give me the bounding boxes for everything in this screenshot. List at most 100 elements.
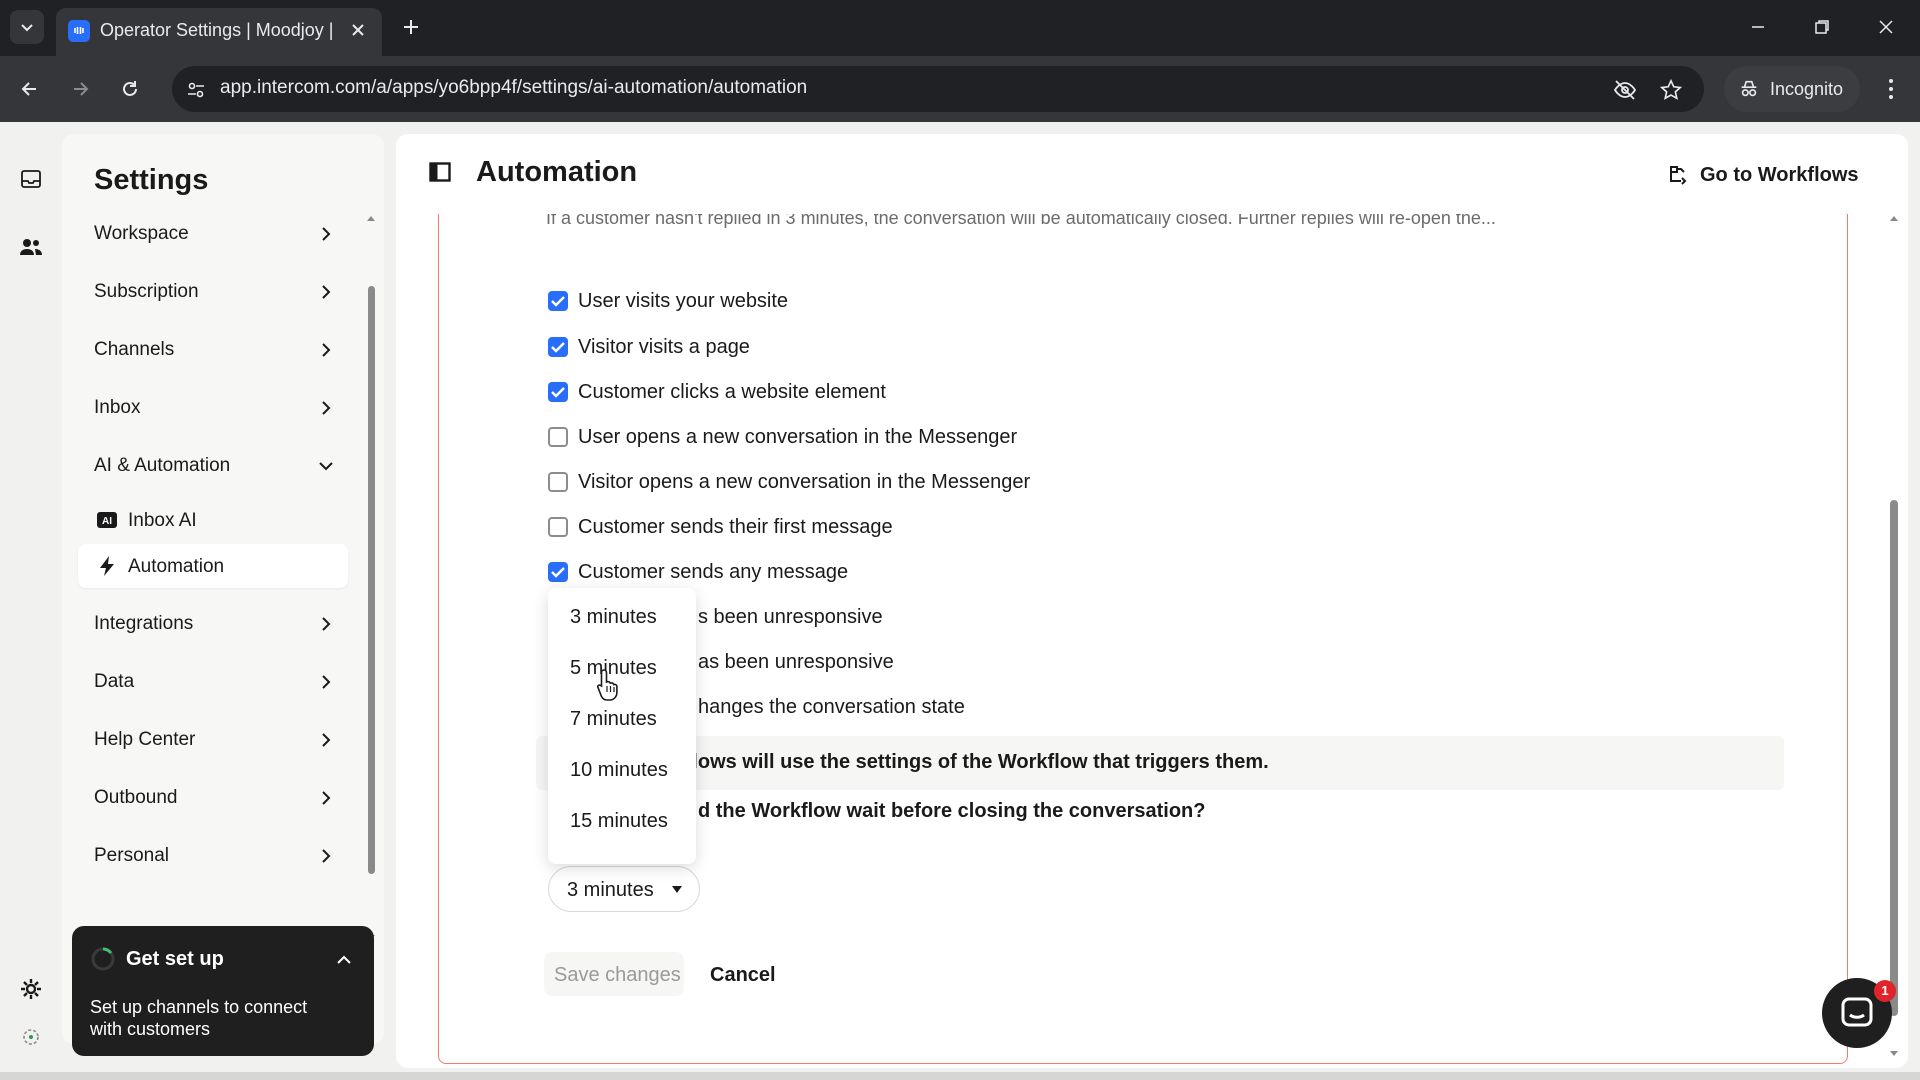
nav-item-personal[interactable]: Personal [78, 832, 348, 880]
tab-search-button[interactable] [10, 10, 44, 44]
checkbox[interactable] [548, 337, 568, 357]
nav-item-data[interactable]: Data [78, 658, 348, 706]
checkbox[interactable] [548, 517, 568, 537]
dropdown-option-label: 10 minutes [570, 759, 668, 781]
site-info-icon[interactable] [182, 76, 210, 104]
scroll-down-icon[interactable] [1889, 1050, 1899, 1058]
nav-item-label: Data [94, 671, 135, 692]
trigger-label: s been unresponsive [698, 605, 883, 628]
messenger-launcher[interactable]: 1 [1822, 978, 1896, 1048]
trigger-option[interactable]: User opens a new conversation in the Mes… [548, 422, 1017, 452]
trigger-option[interactable]: Visitor opens a new conversation in the … [548, 467, 1030, 497]
notification-badge: 1 [1874, 980, 1896, 1002]
close-window-icon[interactable] [1868, 10, 1904, 44]
cancel-button[interactable]: Cancel [692, 952, 788, 996]
dropdown-option[interactable]: 3 minutes [548, 594, 696, 642]
dropdown-option[interactable]: 7 minutes [548, 696, 696, 744]
checkbox[interactable] [548, 382, 568, 402]
contacts-icon[interactable] [16, 232, 46, 262]
nav-item-integrations[interactable]: Integrations [78, 600, 348, 648]
chevron-right-icon [316, 846, 336, 866]
sidebar-scrollbar[interactable] [364, 214, 378, 1014]
scroll-up-icon[interactable] [366, 214, 376, 222]
nav-item-label: Channels [94, 339, 175, 360]
nav-item-inbox[interactable]: Inbox [78, 384, 348, 432]
nav-item-label: Help Center [94, 729, 196, 750]
nav-item-workspace[interactable]: Workspace [78, 210, 348, 258]
address-bar[interactable]: app.intercom.com/a/apps/yo6bpp4f/setting… [172, 66, 1704, 112]
inbox-icon[interactable] [16, 164, 46, 194]
checkmark-icon [551, 296, 565, 307]
wait-time-select[interactable]: 3 minutes [548, 866, 700, 912]
chevron-up-icon[interactable] [334, 950, 354, 970]
ai-badge-icon: AI [96, 510, 118, 530]
incognito-indicator[interactable]: Incognito [1724, 66, 1860, 112]
trigger-option[interactable]: Customer sends their first message [548, 512, 893, 542]
trigger-option[interactable]: User visits your website [548, 286, 788, 316]
go-to-workflows-button[interactable]: Go to Workflows [1656, 154, 1860, 196]
trigger-option[interactable]: s been unresponsive [698, 602, 883, 632]
wait-question: d the Workflow wait before closing the c… [698, 800, 1206, 822]
nav-item-channels[interactable]: Channels [78, 326, 348, 374]
checkmark-icon [551, 567, 565, 578]
minimize-icon[interactable] [1740, 10, 1776, 44]
scroll-up-icon[interactable] [1889, 214, 1899, 222]
trigger-option[interactable]: hanges the conversation state [698, 692, 965, 722]
nav-item-ai-automation[interactable]: AI & Automation [78, 442, 348, 490]
browser-titlebar: Operator Settings | Moodjoy | I [0, 0, 1920, 56]
checkbox[interactable] [548, 291, 568, 311]
page-header: Automation Go to Workflows [396, 134, 1908, 214]
trigger-label: Customer sends any message [578, 560, 849, 583]
incognito-icon [1741, 80, 1757, 97]
nav-item-outbound[interactable]: Outbound [78, 774, 348, 822]
help-icon[interactable] [16, 1022, 46, 1052]
settings-sidebar: Settings Workspace Subscription Channels… [62, 134, 384, 1044]
dropdown-option[interactable]: 5 minutes [548, 645, 696, 693]
save-changes-button[interactable]: Save changes [544, 952, 684, 996]
dropdown-option[interactable]: 10 minutes [548, 747, 696, 795]
trigger-label: User visits your website [578, 289, 789, 312]
url-text: app.intercom.com/a/apps/yo6bpp4f/setting… [220, 77, 808, 98]
get-set-up-text: Set up channels to connect with customer… [90, 997, 308, 1039]
caret-down-icon [672, 886, 682, 893]
dropdown-option-label: 15 minutes [570, 810, 668, 832]
trigger-label: Customer sends their first message [578, 515, 893, 538]
new-tab-icon[interactable] [396, 12, 426, 42]
eye-off-icon[interactable] [1612, 77, 1638, 103]
trigger-label: hanges the conversation state [698, 695, 965, 718]
restore-icon[interactable] [1804, 10, 1840, 44]
main-scrollbar[interactable] [1886, 214, 1902, 1064]
forward-icon[interactable] [62, 71, 98, 107]
get-set-up-card[interactable]: Get set up Set up channels to connect wi… [72, 926, 374, 1056]
nav-item-subscription[interactable]: Subscription [78, 268, 348, 316]
sidebar-toggle-icon[interactable] [428, 160, 452, 184]
hand-cursor-icon [597, 669, 618, 701]
workflow-icon [1670, 166, 1687, 185]
sub-item-label: Automation [128, 556, 225, 577]
settings-gear-icon[interactable] [16, 974, 46, 1004]
back-icon[interactable] [12, 71, 48, 107]
sidebar-scroll-thumb[interactable] [368, 286, 375, 874]
dropdown-option-label: 3 minutes [570, 606, 657, 628]
reload-icon[interactable] [112, 71, 148, 107]
browser-tab[interactable]: Operator Settings | Moodjoy | I [56, 8, 382, 56]
progress-ring-icon [91, 947, 115, 971]
checkbox[interactable] [548, 562, 568, 582]
tab-close-icon[interactable] [346, 18, 370, 42]
main-scroll-thumb[interactable] [1890, 500, 1898, 1016]
trigger-label: Customer clicks a website element [578, 380, 886, 403]
browser-menu-icon[interactable] [1876, 71, 1906, 107]
trigger-option[interactable]: Visitor visits a page [548, 332, 750, 362]
checkbox[interactable] [548, 472, 568, 492]
go-to-workflows-label: Go to Workflows [1700, 164, 1859, 186]
trigger-option[interactable]: Customer clicks a website element [548, 377, 886, 407]
trigger-option[interactable]: Customer sends any message [548, 557, 848, 587]
dropdown-option[interactable]: 15 minutes [548, 798, 696, 846]
trigger-option[interactable]: as been unresponsive [698, 647, 894, 677]
nav-item-label: Inbox [94, 397, 141, 418]
bookmark-star-icon[interactable] [1658, 77, 1684, 103]
sub-item-inbox-ai[interactable]: AI Inbox AI [78, 498, 348, 542]
nav-item-help-center[interactable]: Help Center [78, 716, 348, 764]
checkbox[interactable] [548, 427, 568, 447]
sub-item-automation[interactable]: Automation [78, 544, 348, 588]
